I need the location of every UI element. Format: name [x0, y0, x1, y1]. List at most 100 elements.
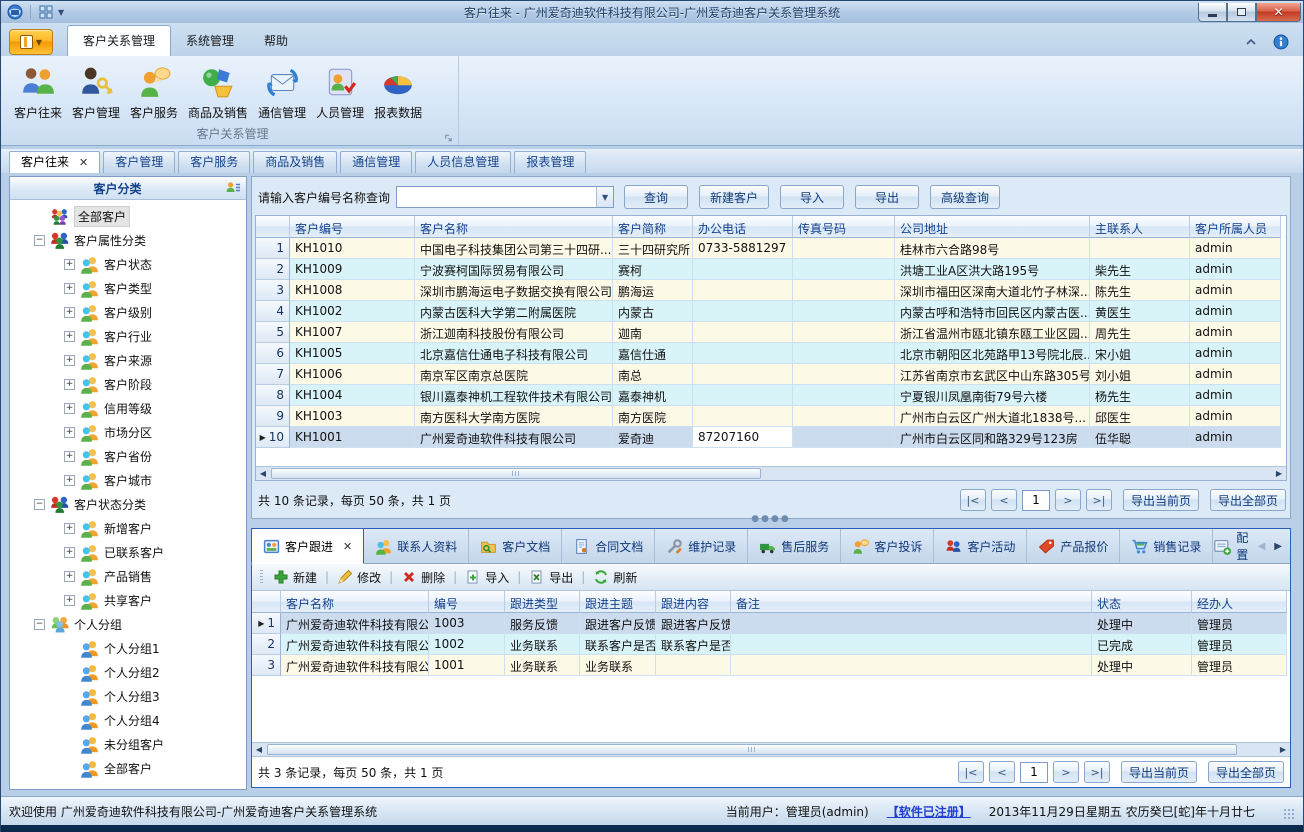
grid-column-header[interactable]: 经办人 [1192, 591, 1287, 613]
grid-cell[interactable]: 联系客户是否... [656, 634, 731, 655]
grid-cell[interactable]: 宁夏银川凤凰南街79号六楼 [895, 385, 1090, 406]
detail-tab-产品报价[interactable]: 产品报价 [1027, 529, 1120, 563]
table-row[interactable]: 9KH1003南方医科大学南方医院南方医院广州市白云区广州大道北1838号...… [256, 406, 1286, 427]
export-all-pages-button[interactable]: 导出全部页 [1208, 761, 1284, 783]
ribbon-tab-客户关系管理[interactable]: 客户关系管理 [67, 25, 171, 56]
grid-cell[interactable]: 陈先生 [1090, 280, 1190, 301]
tree-item-客户城市[interactable]: +客户城市 [10, 468, 246, 492]
detail-tab-维护记录[interactable]: 维护记录 [655, 529, 748, 563]
tree-item-个人分组2[interactable]: 个人分组2 [10, 660, 246, 684]
collapse-ribbon-icon[interactable] [1243, 34, 1259, 50]
scrollbar-thumb[interactable] [271, 468, 761, 479]
tree-item-全部客户[interactable]: 全部客户 [10, 756, 246, 780]
grid-cell[interactable]: 已完成 [1092, 634, 1192, 655]
grid-cell[interactable]: 周先生 [1090, 322, 1190, 343]
resize-grip[interactable] [1283, 808, 1295, 820]
tree-item-个人分组1[interactable]: 个人分组1 [10, 636, 246, 660]
grid-column-header[interactable]: 办公电话 [693, 216, 793, 238]
grid-cell[interactable]: KH1008 [290, 280, 415, 301]
prev-page-button[interactable]: < [989, 761, 1015, 783]
grid-cell[interactable]: 银川嘉泰神机工程软件技术有限公司 [415, 385, 613, 406]
tab-scroll-right-icon[interactable]: ▶ [1274, 541, 1282, 552]
grid-cell[interactable]: 管理员 [1192, 634, 1287, 655]
expand-icon[interactable]: + [64, 595, 75, 606]
grid-cell[interactable]: 南京军区南京总医院 [415, 364, 613, 385]
grid-cell[interactable]: 浙江迦南科技股份有限公司 [415, 322, 613, 343]
grid-cell[interactable]: KH1009 [290, 259, 415, 280]
toolbar-button-del[interactable]: 删除 [401, 569, 445, 586]
grid-cell[interactable]: admin [1190, 427, 1281, 448]
horizontal-scrollbar[interactable]: ◀▶ [252, 742, 1290, 756]
grid-cell[interactable]: 嘉信仕通 [613, 343, 693, 364]
table-row[interactable]: 1KH1010中国电子科技集团公司第三十四研...三十四研究所0733-5881… [256, 238, 1286, 259]
grid-cell[interactable]: 内蒙古呼和浩特市回民区内蒙古医... [895, 301, 1090, 322]
detail-tab-售后服务[interactable]: 售后服务 [748, 529, 841, 563]
ribbon-button-service[interactable]: 客户服务 [125, 60, 183, 123]
scroll-left-icon[interactable]: ◀ [252, 745, 266, 754]
table-row[interactable]: 5KH1007浙江迦南科技股份有限公司迦南浙江省温州市瓯北镇东瓯工业区园...周… [256, 322, 1286, 343]
ribbon-button-contacts[interactable]: 客户往来 [9, 60, 67, 123]
horizontal-scrollbar[interactable]: ◀▶ [256, 466, 1286, 480]
maximize-button[interactable] [1227, 3, 1256, 22]
grid-column-header[interactable]: 跟进类型 [505, 591, 580, 613]
prev-page-button[interactable]: < [991, 489, 1017, 511]
grid-cell[interactable]: 杨先生 [1090, 385, 1190, 406]
grid-cell[interactable]: 洪塘工业A区洪大路195号 [895, 259, 1090, 280]
grid-cell[interactable]: 处理中 [1092, 613, 1192, 634]
grid-column-header[interactable]: 客户名称 [281, 591, 429, 613]
grid-column-header[interactable]: 状态 [1092, 591, 1192, 613]
grid-cell[interactable]: 鹏海运 [613, 280, 693, 301]
tree-item-未分组客户[interactable]: 未分组客户 [10, 732, 246, 756]
grid-cell[interactable]: 赛柯 [613, 259, 693, 280]
tree-settings-icon[interactable] [225, 180, 241, 196]
expand-icon[interactable]: + [64, 523, 75, 534]
software-registered-link[interactable]: 【软件已注册】 [887, 803, 971, 820]
grid-cell[interactable]: 0733-5881297 [693, 238, 793, 259]
grid-cell[interactable]: admin [1190, 259, 1281, 280]
grid-cell[interactable]: 处理中 [1092, 655, 1192, 676]
last-page-button[interactable]: >| [1086, 489, 1112, 511]
grid-cell[interactable] [731, 634, 1092, 655]
collapse-icon[interactable]: − [34, 619, 45, 630]
tree-item-客户省份[interactable]: +客户省份 [10, 444, 246, 468]
grid-cell[interactable]: 1002 [429, 634, 505, 655]
expand-icon[interactable]: + [64, 259, 75, 270]
collapse-icon[interactable]: − [34, 499, 45, 510]
ribbon-button-comm[interactable]: 通信管理 [253, 60, 311, 123]
grid-cell[interactable] [693, 385, 793, 406]
tree-item-客户类型[interactable]: +客户类型 [10, 276, 246, 300]
grid-cell[interactable]: admin [1190, 406, 1281, 427]
export-all-pages-button[interactable]: 导出全部页 [1210, 489, 1286, 511]
grid-cell[interactable]: 业务联系 [505, 634, 580, 655]
expand-icon[interactable]: + [64, 331, 75, 342]
table-row[interactable]: 4KH1002内蒙古医科大学第二附属医院内蒙古内蒙古呼和浩特市回民区内蒙古医..… [256, 301, 1286, 322]
detail-tab-销售记录[interactable]: 销售记录 [1120, 529, 1213, 563]
grid-cell[interactable]: 北京市朝阳区北苑路甲13号院北辰... [895, 343, 1090, 364]
grid-cell[interactable] [793, 406, 895, 427]
grid-cell[interactable]: admin [1190, 343, 1281, 364]
grid-cell[interactable]: 深圳市鹏海运电子数据交换有限公司 [415, 280, 613, 301]
ribbon-button-manage[interactable]: 客户管理 [67, 60, 125, 123]
grid-cell[interactable]: admin [1190, 280, 1281, 301]
grid-cell[interactable]: 邱医生 [1090, 406, 1190, 427]
table-row[interactable]: ▶1广州爱奇迪软件科技有限公司1003服务反馈跟进客户反馈...跟进客户反馈..… [252, 613, 1290, 634]
grid-cell[interactable]: KH1004 [290, 385, 415, 406]
grid-cell[interactable]: 南方医科大学南方医院 [415, 406, 613, 427]
detail-tab-客户跟进[interactable]: 客户跟进✕ [251, 528, 364, 564]
grid-column-header[interactable]: 客户简称 [613, 216, 693, 238]
grid-cell[interactable]: 广州爱奇迪软件科技有限公司 [281, 613, 429, 634]
grid-column-header[interactable]: 跟进主题 [580, 591, 656, 613]
grid-cell[interactable]: 宋小姐 [1090, 343, 1190, 364]
grid-cell[interactable]: admin [1190, 385, 1281, 406]
grid-cell[interactable] [793, 238, 895, 259]
tree-item-新增客户[interactable]: +新增客户 [10, 516, 246, 540]
grid-column-header[interactable]: 编号 [429, 591, 505, 613]
dialog-launcher-icon[interactable] [443, 130, 454, 141]
grid-cell[interactable]: 爱奇迪 [613, 427, 693, 448]
export-current-page-button[interactable]: 导出当前页 [1123, 489, 1199, 511]
expand-icon[interactable]: + [64, 307, 75, 318]
grid-cell[interactable] [731, 655, 1092, 676]
scroll-left-icon[interactable]: ◀ [256, 469, 270, 478]
grid-column-header[interactable]: 客户所属人员 [1190, 216, 1281, 238]
tree-item-个人分组3[interactable]: 个人分组3 [10, 684, 246, 708]
